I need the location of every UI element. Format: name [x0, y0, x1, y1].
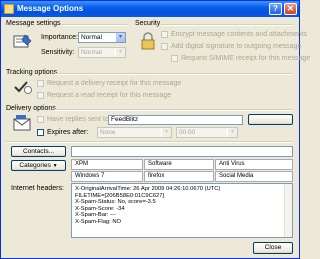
select-names-button[interactable] [248, 114, 293, 125]
headers-scrollbar[interactable] [284, 184, 292, 237]
header-line: X-Spam-Flag: NO [75, 218, 122, 225]
encrypt-label: Encrypt message contents and attachments [171, 31, 308, 38]
sensitivity-select[interactable]: Normal ▼ [78, 47, 126, 58]
sensitivity-label: Sensitivity: [41, 49, 75, 56]
importance-value: Normal [81, 34, 102, 41]
replies-to-field[interactable]: FeedBlitz [108, 115, 243, 125]
tracking-options-heading: Tracking options [6, 69, 58, 76]
importance-label: Importance: [41, 34, 78, 41]
header-line: X-Spam-Status: No, score=-3.5 [75, 199, 156, 206]
categories-button[interactable]: Categories ▼ [11, 160, 66, 171]
divider [61, 24, 127, 26]
importance-select[interactable]: Normal ▼ [78, 32, 126, 43]
sensitivity-value: Normal [81, 49, 102, 56]
header-line: X-Spam-Score: -34 [75, 205, 125, 212]
digital-signature-label: Add digital signature to outgoing messag… [171, 43, 302, 50]
replies-label: Have replies sent to: [47, 116, 111, 123]
title-bar[interactable]: Message Options ? ✕ [1, 1, 299, 17]
close-window-button[interactable]: ✕ [284, 3, 297, 15]
read-receipt-label: Request a read receipt for this message [47, 92, 172, 99]
divider [54, 109, 293, 111]
internet-headers-textarea[interactable]: X-OriginalArrivalTime: 26 Apr 2009 04:26… [71, 183, 293, 238]
category-tag[interactable]: Windows 7 [71, 171, 143, 182]
header-line: FILETIME=[206B58E0:01C9C627] [75, 192, 165, 199]
divider [55, 73, 293, 75]
divider [161, 24, 293, 26]
replies-to-value: FeedBlitz [111, 116, 139, 123]
expires-label: Expires after: [47, 129, 89, 136]
contacts-button[interactable]: Contacts... [11, 146, 66, 157]
category-tag[interactable]: Software [144, 159, 214, 170]
expires-time-value: 00:00 [179, 129, 196, 136]
header-line: X-Spam-Bar: --- [75, 212, 116, 219]
lock-icon [141, 32, 155, 50]
header-line: X-OriginalArrivalTime: 26 Apr 2009 04:26… [75, 186, 221, 192]
tracking-icon [14, 81, 32, 94]
divider [6, 141, 293, 143]
read-receipt-checkbox[interactable] [37, 92, 44, 99]
message-options-dialog: Message Options ? ✕ Message settings Imp… [0, 0, 310, 259]
delivery-options-heading: Delivery options [6, 105, 56, 112]
window-title: Message Options [17, 4, 84, 13]
digital-signature-checkbox[interactable] [161, 43, 168, 50]
security-heading: Security [135, 20, 161, 27]
encrypt-checkbox[interactable] [161, 31, 168, 38]
categories-button-label: Categories [19, 162, 51, 169]
category-tag[interactable]: Anti Virus [215, 159, 293, 170]
smime-receipt-label: Request S/MIME receipt for this message [181, 55, 311, 62]
help-button[interactable]: ? [269, 3, 282, 15]
expires-time-select[interactable]: 00:00 ▼ [176, 127, 238, 138]
close-button[interactable]: Close [253, 242, 293, 254]
expires-checkbox[interactable] [37, 129, 44, 136]
category-tag[interactable]: XPM [71, 159, 143, 170]
message-settings-heading: Message settings [6, 20, 61, 27]
message-settings-icon [13, 34, 32, 48]
chevron-down-icon: ▼ [52, 163, 58, 169]
category-tag[interactable]: Social Media [215, 171, 293, 182]
delivery-envelope-icon [13, 115, 31, 131]
smime-receipt-checkbox[interactable] [171, 55, 178, 62]
category-tag[interactable]: firefox [144, 171, 214, 182]
expires-date-select[interactable]: None ▼ [97, 127, 172, 138]
delivery-receipt-label: Request a delivery receipt for this mess… [47, 80, 182, 87]
internet-headers-label: Internet headers: [11, 185, 64, 192]
envelope-icon [4, 4, 14, 14]
chevron-down-icon: ▼ [115, 48, 125, 57]
delivery-receipt-checkbox[interactable] [37, 80, 44, 87]
chevron-down-icon: ▼ [115, 33, 125, 42]
expires-date-value: None [100, 129, 116, 136]
replies-checkbox[interactable] [37, 116, 44, 123]
contacts-field[interactable] [71, 146, 293, 157]
chevron-down-icon: ▼ [227, 128, 237, 137]
chevron-down-icon: ▼ [161, 128, 171, 137]
